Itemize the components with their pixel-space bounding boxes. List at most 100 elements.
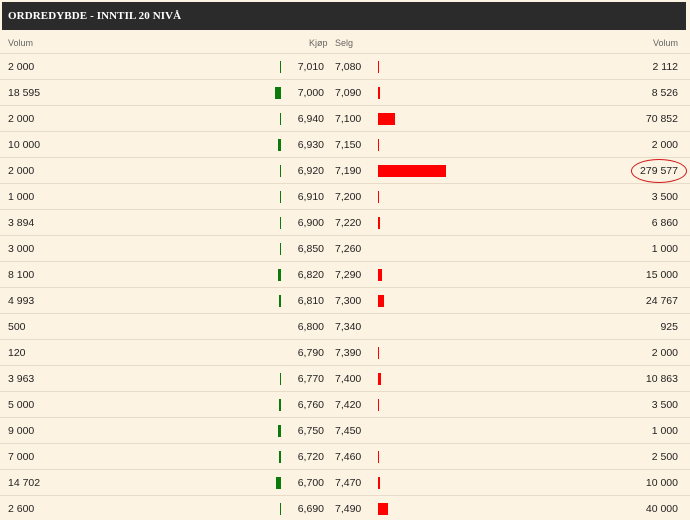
sell-volume-header: Volum (652, 38, 678, 48)
buy-volume-bar (276, 477, 281, 489)
buy-volume-cell: 7 000 (8, 451, 35, 463)
sell-volume-cell: 3 500 (652, 191, 678, 203)
sell-volume-bar (378, 503, 388, 515)
sell-volume-cell: 10 863 (646, 373, 678, 385)
buy-volume-cell: 2 000 (8, 61, 35, 73)
buy-volume-bar (280, 373, 281, 385)
sell-volume-bar (378, 399, 379, 411)
sell-price-cell: 7,300 (335, 295, 362, 307)
buy-price-cell: 6,770 (297, 373, 324, 385)
sell-volume-cell: 40 000 (646, 503, 678, 515)
buy-volume-cell: 2 000 (8, 165, 35, 177)
sell-volume-bar (378, 191, 379, 203)
buy-volume-cell: 18 595 (8, 87, 41, 99)
buy-volume-bar (279, 399, 281, 411)
sell-price-cell: 7,100 (335, 113, 362, 125)
buy-price-cell: 6,810 (297, 295, 324, 307)
sell-volume-value: 3 500 (651, 399, 678, 411)
buy-price-cell: 6,690 (297, 503, 324, 515)
order-row: 2 000 6,940 7,100 70 852 (0, 106, 690, 132)
order-row: 4 993 6,810 7,300 24 767 (0, 288, 690, 314)
sell-volume-value: 70 852 (645, 113, 678, 125)
buy-price-cell: 6,930 (297, 139, 324, 151)
buy-volume-bar (275, 87, 281, 99)
sell-volume-value: 925 (660, 321, 678, 333)
column-header-row: Volum Kjøp Selg Volum (0, 32, 690, 54)
buy-volume-bar (278, 425, 281, 437)
sell-volume-cell: 1 000 (652, 243, 678, 255)
sell-volume-value: 6 860 (651, 217, 678, 229)
buy-volume-cell: 4 993 (8, 295, 35, 307)
sell-volume-cell: 3 500 (652, 399, 678, 411)
buy-price-cell: 6,820 (297, 269, 324, 281)
order-depth-panel: ORDREDYBDE - INNTIL 20 NIVÅ Volum Kjøp S… (0, 0, 690, 520)
buy-price-header: Kjøp (309, 38, 328, 48)
sell-volume-cell: 70 852 (646, 113, 678, 125)
buy-price-cell: 6,850 (297, 243, 324, 255)
order-row: 9 000 6,750 7,450 1 000 (0, 418, 690, 444)
sell-volume-value: 10 000 (645, 477, 678, 489)
buy-volume-bar (278, 139, 281, 151)
order-row: 3 894 6,900 7,220 6 860 (0, 210, 690, 236)
sell-volume-bar (378, 451, 379, 463)
sell-volume-bar (378, 477, 380, 489)
buy-volume-cell: 2 000 (8, 113, 35, 125)
sell-volume-value: 10 863 (645, 373, 678, 385)
sell-volume-bar (378, 87, 380, 99)
buy-volume-cell: 14 702 (8, 477, 41, 489)
buy-volume-cell: 3 000 (8, 243, 35, 255)
sell-price-cell: 7,090 (335, 87, 362, 99)
buy-volume-bar (280, 243, 281, 255)
panel-title: ORDREDYBDE - INNTIL 20 NIVÅ (2, 2, 686, 30)
order-row: 7 000 6,720 7,460 2 500 (0, 444, 690, 470)
sell-volume-cell: 925 (660, 321, 678, 333)
buy-volume-cell: 10 000 (8, 139, 41, 151)
sell-price-cell: 7,420 (335, 399, 362, 411)
sell-price-cell: 7,220 (335, 217, 362, 229)
sell-price-cell: 7,260 (335, 243, 362, 255)
sell-volume-value: 3 500 (651, 191, 678, 203)
buy-volume-cell: 120 (8, 347, 26, 359)
buy-volume-cell: 8 100 (8, 269, 35, 281)
sell-volume-bar (378, 347, 379, 359)
buy-volume-bar (280, 217, 281, 229)
sell-volume-value: 24 767 (645, 295, 678, 307)
buy-price-cell: 6,760 (297, 399, 324, 411)
buy-price-cell: 6,750 (297, 425, 324, 437)
sell-price-header: Selg (335, 38, 354, 48)
order-row: 5 000 6,760 7,420 3 500 (0, 392, 690, 418)
buy-volume-cell: 2 600 (8, 503, 35, 515)
buy-volume-bar (279, 295, 281, 307)
sell-price-cell: 7,490 (335, 503, 362, 515)
sell-volume-bar (378, 373, 381, 385)
order-row: 8 100 6,820 7,290 15 000 (0, 262, 690, 288)
buy-price-cell: 6,920 (297, 165, 324, 177)
order-row: 14 702 6,700 7,470 10 000 (0, 470, 690, 496)
sell-volume-value: 40 000 (645, 503, 678, 515)
sell-price-cell: 7,390 (335, 347, 362, 359)
buy-volume-header: Volum (8, 38, 34, 48)
buy-volume-bar (279, 451, 281, 463)
sell-volume-bar (378, 113, 395, 125)
buy-volume-cell: 5 000 (8, 399, 35, 411)
sell-volume-cell: 15 000 (646, 269, 678, 281)
order-book-rows: 2 000 7,010 7,080 2 112 18 595 7,000 7,090 8 52… (0, 54, 690, 520)
sell-price-cell: 7,200 (335, 191, 362, 203)
highlight-circle (631, 159, 688, 183)
buy-volume-cell: 500 (8, 321, 26, 333)
order-row: 120 6,790 7,390 2 000 (0, 340, 690, 366)
buy-price-cell: 7,010 (297, 61, 324, 73)
buy-volume-bar (280, 165, 281, 177)
sell-price-cell: 7,450 (335, 425, 362, 437)
sell-volume-cell: 8 526 (652, 87, 678, 99)
sell-price-cell: 7,460 (335, 451, 362, 463)
sell-volume-bar (378, 165, 446, 177)
sell-volume-cell: 6 860 (652, 217, 678, 229)
sell-volume-value: 2 000 (651, 139, 678, 151)
buy-price-cell: 7,000 (297, 87, 324, 99)
buy-price-cell: 6,900 (297, 217, 324, 229)
sell-volume-bar (378, 61, 379, 73)
sell-volume-bar (378, 139, 379, 151)
sell-volume-value: 1 000 (651, 243, 678, 255)
sell-price-cell: 7,080 (335, 61, 362, 73)
